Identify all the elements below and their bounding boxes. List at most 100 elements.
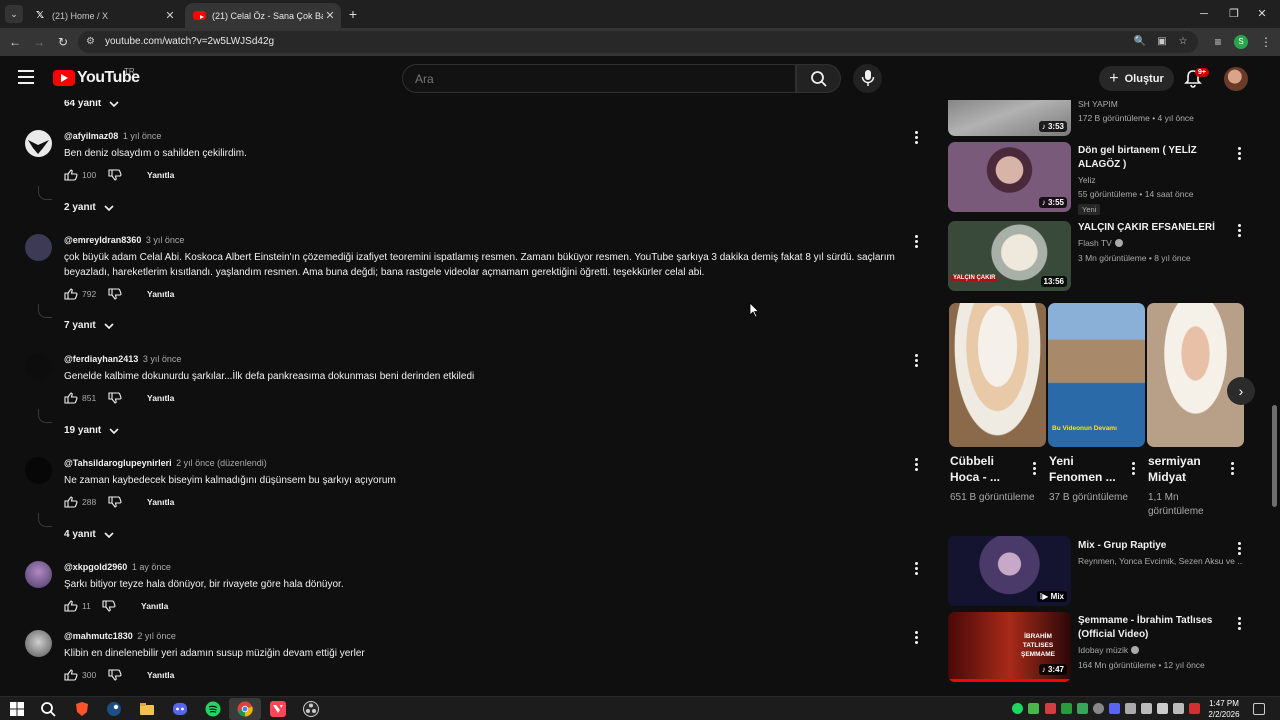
dislike-icon[interactable] [108,392,122,404]
notification-center-icon[interactable] [1253,703,1265,715]
reply-button[interactable]: Yanıtla [147,670,174,680]
close-window-icon[interactable]: ✕ [1254,6,1270,22]
short-thumbnail[interactable] [949,303,1046,447]
like-icon[interactable] [64,669,78,681]
mix-thumbnail[interactable]: ⁞▶ Mix [948,536,1071,606]
like-icon[interactable] [64,288,78,300]
obs-icon[interactable] [302,700,320,718]
video-menu-icon[interactable] [1235,223,1243,237]
spotify-icon[interactable] [204,700,222,718]
video-menu-icon[interactable] [1235,616,1243,630]
video-menu-icon[interactable] [1235,146,1243,160]
reload-icon[interactable]: ↻ [55,34,71,50]
short-item[interactable]: sermiyan Midyat 1,1 Mn görüntüleme [1147,303,1244,517]
comment-time[interactable]: 3 yıl önce [143,354,182,364]
reply-button[interactable]: Yanıtla [141,601,168,611]
replies-toggle[interactable]: 7 yanıt [64,320,114,331]
search-input[interactable] [415,72,775,86]
video-channel[interactable]: Idobay müzik [1078,644,1243,657]
dislike-icon[interactable] [108,169,122,181]
shorts-next-arrow-icon[interactable]: › [1227,377,1255,405]
minimize-icon[interactable]: ─ [1196,6,1212,22]
steam-icon[interactable] [105,700,123,718]
video-menu-icon[interactable] [1235,541,1243,555]
reply-button[interactable]: Yanıtla [147,497,174,507]
battery-icon[interactable] [1173,703,1184,714]
video-thumbnail[interactable]: ♪ 3:53 [948,100,1071,136]
app-tray-icon[interactable] [1189,703,1200,714]
replies-toggle[interactable]: 64 yanıt [64,100,119,109]
comment-menu-icon[interactable] [912,234,920,248]
comment-menu-icon[interactable] [912,561,920,575]
nvidia-tray-icon[interactable] [1028,703,1039,714]
volume-icon[interactable] [1157,703,1168,714]
comment-author[interactable]: @emreyldran8360 [64,235,141,245]
commenter-avatar[interactable] [25,353,52,380]
short-thumbnail[interactable] [1147,303,1244,447]
video-thumbnail[interactable]: ♪ 3:55 [948,142,1071,212]
short-thumbnail[interactable]: Bu Videonun Devamı [1048,303,1145,447]
short-menu-icon[interactable] [1129,461,1137,475]
taskbar-clock[interactable]: 1:47 PM 2/2/2026 [1202,698,1246,720]
bookmark-star-icon[interactable]: ☆ [1176,35,1190,49]
tab-search-button[interactable]: ⌄ [5,5,23,23]
reply-button[interactable]: Yanıtla [147,289,174,299]
comment-menu-icon[interactable] [912,630,920,644]
windows-start-icon[interactable] [8,700,26,718]
replies-toggle[interactable]: 19 yanıt [64,425,119,436]
commenter-avatar[interactable] [25,561,52,588]
cast-icon[interactable]: ▣ [1155,35,1169,49]
short-item[interactable]: Cübbeli Hoca - ... 651 B görüntüleme [949,303,1046,503]
commenter-avatar[interactable] [25,630,52,657]
app-tray-icon[interactable] [1125,703,1136,714]
zoom-icon[interactable]: 🔍 [1133,35,1147,49]
comment-time[interactable]: 2 yıl önce (düzenlendi) [176,458,267,468]
dislike-icon[interactable] [108,669,122,681]
comment-author[interactable]: @afyilmaz08 [64,131,118,141]
dislike-icon[interactable] [108,288,122,300]
video-title[interactable]: YALÇIN ÇAKIR EFSANELERİ [1078,221,1228,235]
brave-browser-icon[interactable] [73,700,91,718]
file-explorer-icon[interactable] [138,700,156,718]
profile-avatar[interactable]: S [1234,35,1248,49]
video-channel[interactable]: Yeliz [1078,174,1243,187]
short-title[interactable]: sermiyan Midyat [1148,453,1223,485]
like-icon[interactable] [64,392,78,404]
tab-youtube-video[interactable]: (21) Celal Öz - Sana Çok Bağlıyım ✕ [185,3,341,28]
video-thumbnail[interactable]: YALÇIN ÇAKIR 13:56 [948,221,1071,291]
search-button[interactable] [796,64,841,93]
short-item[interactable]: Bu Videonun Devamı Yeni Fenomen ... 37 B… [1048,303,1145,503]
back-icon[interactable]: ← [7,34,23,50]
discord-tray-icon[interactable] [1109,703,1120,714]
commenter-avatar[interactable] [25,457,52,484]
replies-toggle[interactable]: 4 yanıt [64,529,114,540]
forward-icon[interactable]: → [31,34,47,50]
app-tray-icon[interactable] [1077,703,1088,714]
spotify-tray-icon[interactable] [1012,703,1023,714]
short-menu-icon[interactable] [1030,461,1038,475]
close-tab-icon[interactable]: ✕ [323,9,337,22]
comment-menu-icon[interactable] [912,457,920,471]
comment-time[interactable]: 3 yıl önce [146,235,185,245]
steam-tray-icon[interactable] [1093,703,1104,714]
valorant-icon[interactable] [269,700,287,718]
page-scrollbar[interactable] [1271,100,1279,696]
site-info-icon[interactable]: ⚙ [86,36,98,48]
account-avatar[interactable] [1224,67,1248,91]
commenter-avatar[interactable] [25,234,52,261]
comment-menu-icon[interactable] [912,130,920,144]
video-title[interactable]: Dön gel birtanem ( YELİZ ALAGÖZ ) [1078,144,1228,172]
comment-author[interactable]: @mahmutc1830 [64,631,133,641]
antivirus-tray-icon[interactable] [1045,703,1056,714]
scrollbar-thumb[interactable] [1272,405,1277,507]
short-menu-icon[interactable] [1228,461,1236,475]
mix-title[interactable]: Mix - Grup Raptiye [1078,539,1228,553]
tab-media-icon[interactable]: ≡ [1210,34,1226,50]
video-title[interactable]: Şemmame - İbrahim Tatlıses (Official Vid… [1078,614,1228,642]
comment-menu-icon[interactable] [912,353,920,367]
short-title[interactable]: Cübbeli Hoca - ... [950,453,1025,485]
search-box[interactable] [402,64,796,93]
comment-author[interactable]: @ferdiayhan2413 [64,354,138,364]
comment-author[interactable]: @Tahsildaroglupeynirleri [64,458,172,468]
chrome-icon[interactable] [236,700,254,718]
